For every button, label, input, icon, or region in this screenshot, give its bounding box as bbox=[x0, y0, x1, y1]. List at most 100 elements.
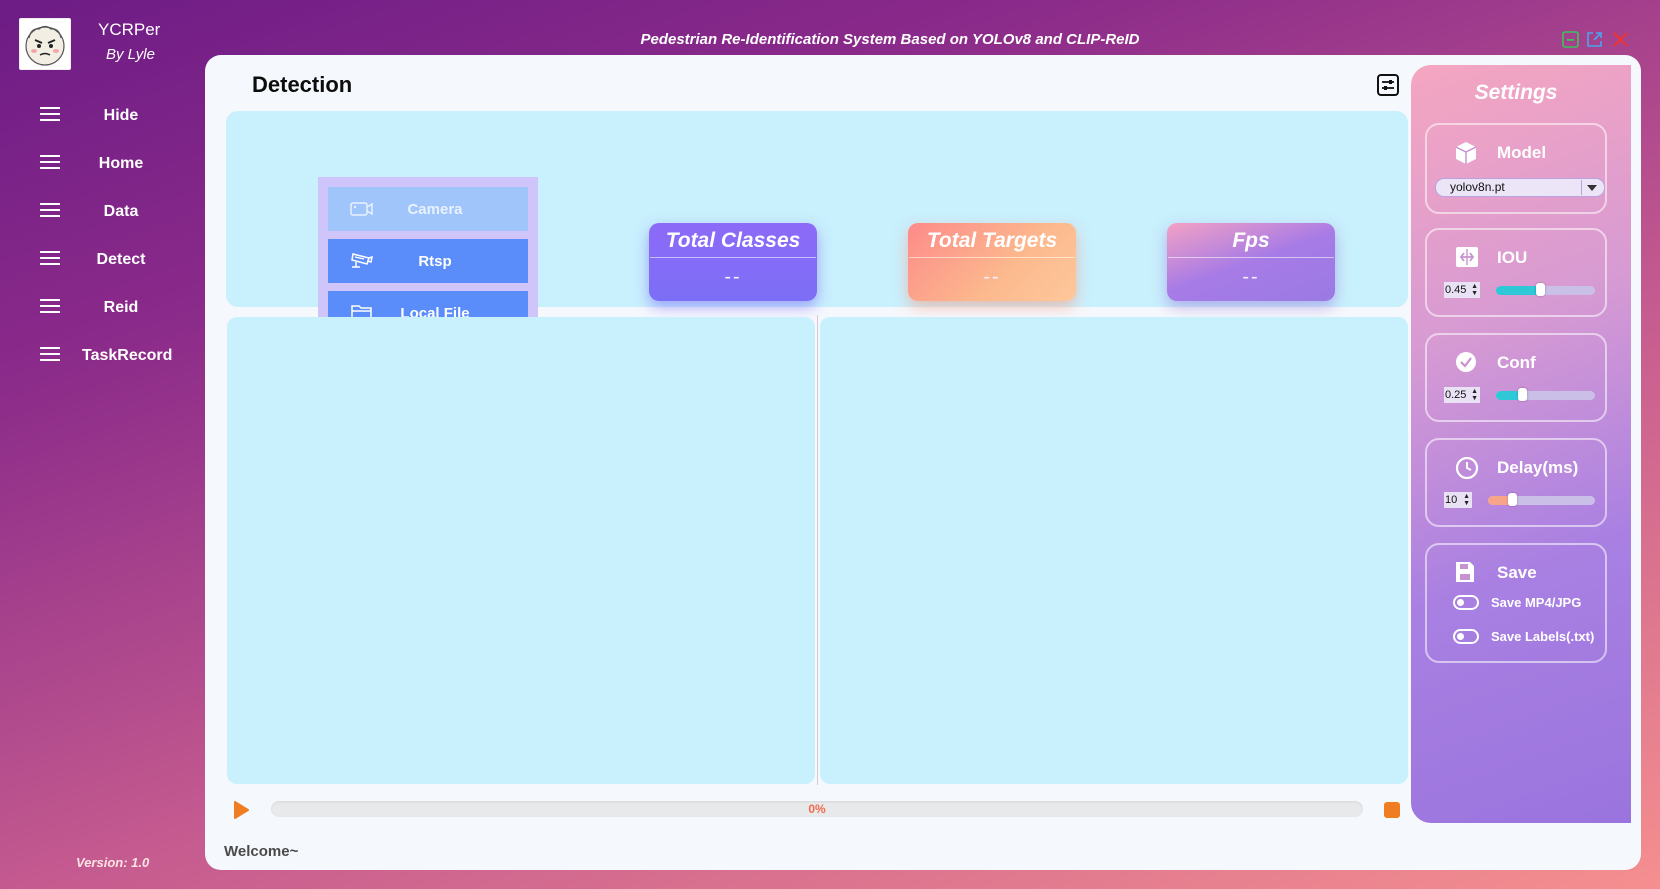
page-title: Detection bbox=[252, 72, 353, 97]
model-select[interactable]: yolov8n.pt bbox=[1435, 178, 1605, 197]
cube-icon bbox=[1455, 141, 1477, 170]
delay-value: 10 bbox=[1445, 494, 1458, 506]
window-title: Pedestrian Re-Identification System Base… bbox=[640, 31, 1140, 48]
settings-toggle-button[interactable] bbox=[1377, 74, 1401, 98]
progress-bar: 0% bbox=[271, 801, 1363, 817]
settings-panel: Settings Model yolov8n.pt IOU 0.45 ▲ ▼ C… bbox=[1411, 65, 1631, 823]
iou-slider-handle[interactable] bbox=[1536, 283, 1545, 296]
minimize-icon bbox=[1561, 30, 1579, 48]
stat-value: -- bbox=[1242, 266, 1260, 288]
conf-label: Conf bbox=[1497, 353, 1536, 372]
play-button[interactable] bbox=[232, 800, 250, 825]
status-message: Welcome~ bbox=[224, 843, 299, 860]
play-icon bbox=[234, 801, 249, 819]
sidebar-item-label: Detect bbox=[96, 251, 146, 268]
maximize-button[interactable] bbox=[1585, 30, 1603, 48]
iou-value: 0.45 bbox=[1445, 284, 1467, 296]
close-icon bbox=[1612, 31, 1628, 47]
save-section: Save Save MP4/JPG Save Labels(.txt) bbox=[1425, 543, 1607, 663]
toggle-switch[interactable] bbox=[1453, 594, 1479, 610]
conf-section: Conf 0.25 ▲ ▼ bbox=[1425, 333, 1607, 422]
spin-arrows-icon: ▲ ▼ bbox=[1463, 493, 1470, 507]
clock-icon bbox=[1455, 456, 1479, 485]
sidebar-item-label: Home bbox=[98, 155, 144, 172]
save-labels-label: Save Labels(.txt) bbox=[1491, 628, 1595, 644]
delay-spinbox[interactable]: 10 ▲ ▼ bbox=[1444, 492, 1472, 508]
app-name: YCRPer bbox=[98, 20, 161, 39]
sidebar-item-label: Data bbox=[103, 203, 139, 220]
stat-value: -- bbox=[724, 266, 742, 288]
main-panel: Detection Camera Rtsp Local File Total C… bbox=[205, 55, 1641, 870]
save-labels-toggle[interactable]: Save Labels(.txt) bbox=[1453, 627, 1594, 645]
conf-value: 0.25 bbox=[1445, 389, 1467, 401]
progress-text: 0% bbox=[808, 802, 826, 816]
chevron-down-icon bbox=[1581, 180, 1602, 195]
close-button[interactable] bbox=[1611, 30, 1629, 48]
save-media-label: Save MP4/JPG bbox=[1491, 594, 1582, 610]
minimize-button[interactable] bbox=[1561, 30, 1579, 48]
control-card: Camera Rtsp Local File Total Classes -- … bbox=[226, 111, 1408, 348]
model-select-value: yolov8n.pt bbox=[1450, 180, 1505, 194]
sidebar-item-reid[interactable]: Reid bbox=[0, 284, 200, 332]
sidebar-item-label: Reid bbox=[103, 299, 139, 316]
delay-section: Delay(ms) 10 ▲ ▼ bbox=[1425, 438, 1607, 527]
app-author: By Lyle bbox=[106, 46, 155, 63]
stat-total-classes: Total Classes -- bbox=[649, 223, 817, 301]
model-label: Model bbox=[1497, 143, 1547, 162]
spin-arrows-icon: ▲ ▼ bbox=[1471, 388, 1478, 402]
avatar bbox=[19, 18, 71, 70]
view-divider[interactable] bbox=[817, 315, 818, 785]
cctv-icon bbox=[350, 250, 390, 272]
delay-slider-handle[interactable] bbox=[1508, 493, 1517, 506]
sidebar-nav: Hide Home Data Detect Reid TaskRecord bbox=[0, 92, 200, 380]
check-circle-icon bbox=[1455, 351, 1477, 378]
sidebar-item-label: Hide bbox=[103, 107, 139, 124]
stat-fps: Fps -- bbox=[1167, 223, 1335, 301]
conf-slider-handle[interactable] bbox=[1518, 388, 1527, 401]
camera-button[interactable]: Camera bbox=[328, 187, 528, 231]
iou-icon bbox=[1455, 246, 1479, 273]
menu-icon bbox=[40, 154, 82, 175]
camera-button-label: Camera bbox=[407, 200, 463, 218]
rtsp-button-label: Rtsp bbox=[418, 252, 452, 270]
stat-total-targets: Total Targets -- bbox=[908, 223, 1076, 301]
maximize-icon bbox=[1586, 31, 1602, 47]
sidebar-item-data[interactable]: Data bbox=[0, 188, 200, 236]
conf-spinbox[interactable]: 0.25 ▲ ▼ bbox=[1444, 387, 1480, 403]
adjust-icon bbox=[1377, 74, 1399, 96]
stat-label: Total Classes bbox=[650, 223, 816, 258]
source-view bbox=[227, 317, 815, 784]
iou-section: IOU 0.45 ▲ ▼ bbox=[1425, 228, 1607, 317]
menu-icon bbox=[40, 106, 82, 127]
toggle-switch[interactable] bbox=[1453, 628, 1479, 644]
conf-slider[interactable] bbox=[1496, 388, 1595, 401]
save-media-toggle[interactable]: Save MP4/JPG bbox=[1453, 593, 1581, 611]
sidebar-item-label: TaskRecord bbox=[82, 347, 173, 364]
iou-label: IOU bbox=[1497, 248, 1528, 267]
sidebar-item-home[interactable]: Home bbox=[0, 140, 200, 188]
rtsp-button[interactable]: Rtsp bbox=[328, 239, 528, 283]
save-icon bbox=[1455, 561, 1475, 588]
save-label: Save bbox=[1497, 563, 1537, 582]
sidebar-item-hide[interactable]: Hide bbox=[0, 92, 200, 140]
sidebar-item-detect[interactable]: Detect bbox=[0, 236, 200, 284]
avatar-image bbox=[25, 25, 65, 66]
result-view bbox=[820, 317, 1408, 784]
stat-label: Total Targets bbox=[909, 223, 1075, 258]
menu-icon bbox=[40, 346, 82, 367]
stop-button[interactable] bbox=[1384, 802, 1400, 818]
sidebar-item-taskrecord[interactable]: TaskRecord bbox=[0, 332, 200, 380]
menu-icon bbox=[40, 298, 82, 319]
spin-arrows-icon: ▲ ▼ bbox=[1471, 283, 1478, 297]
menu-icon bbox=[40, 250, 82, 271]
version-label: Version: 1.0 bbox=[76, 855, 150, 870]
stat-value: -- bbox=[983, 266, 1001, 288]
iou-spinbox[interactable]: 0.45 ▲ ▼ bbox=[1444, 282, 1480, 298]
camera-icon bbox=[350, 200, 390, 218]
iou-slider[interactable] bbox=[1496, 283, 1595, 296]
menu-icon bbox=[40, 202, 82, 223]
model-section: Model yolov8n.pt bbox=[1425, 123, 1607, 214]
delay-slider[interactable] bbox=[1488, 493, 1595, 506]
delay-label: Delay(ms) bbox=[1497, 458, 1579, 477]
settings-title: Settings bbox=[1474, 81, 1558, 104]
